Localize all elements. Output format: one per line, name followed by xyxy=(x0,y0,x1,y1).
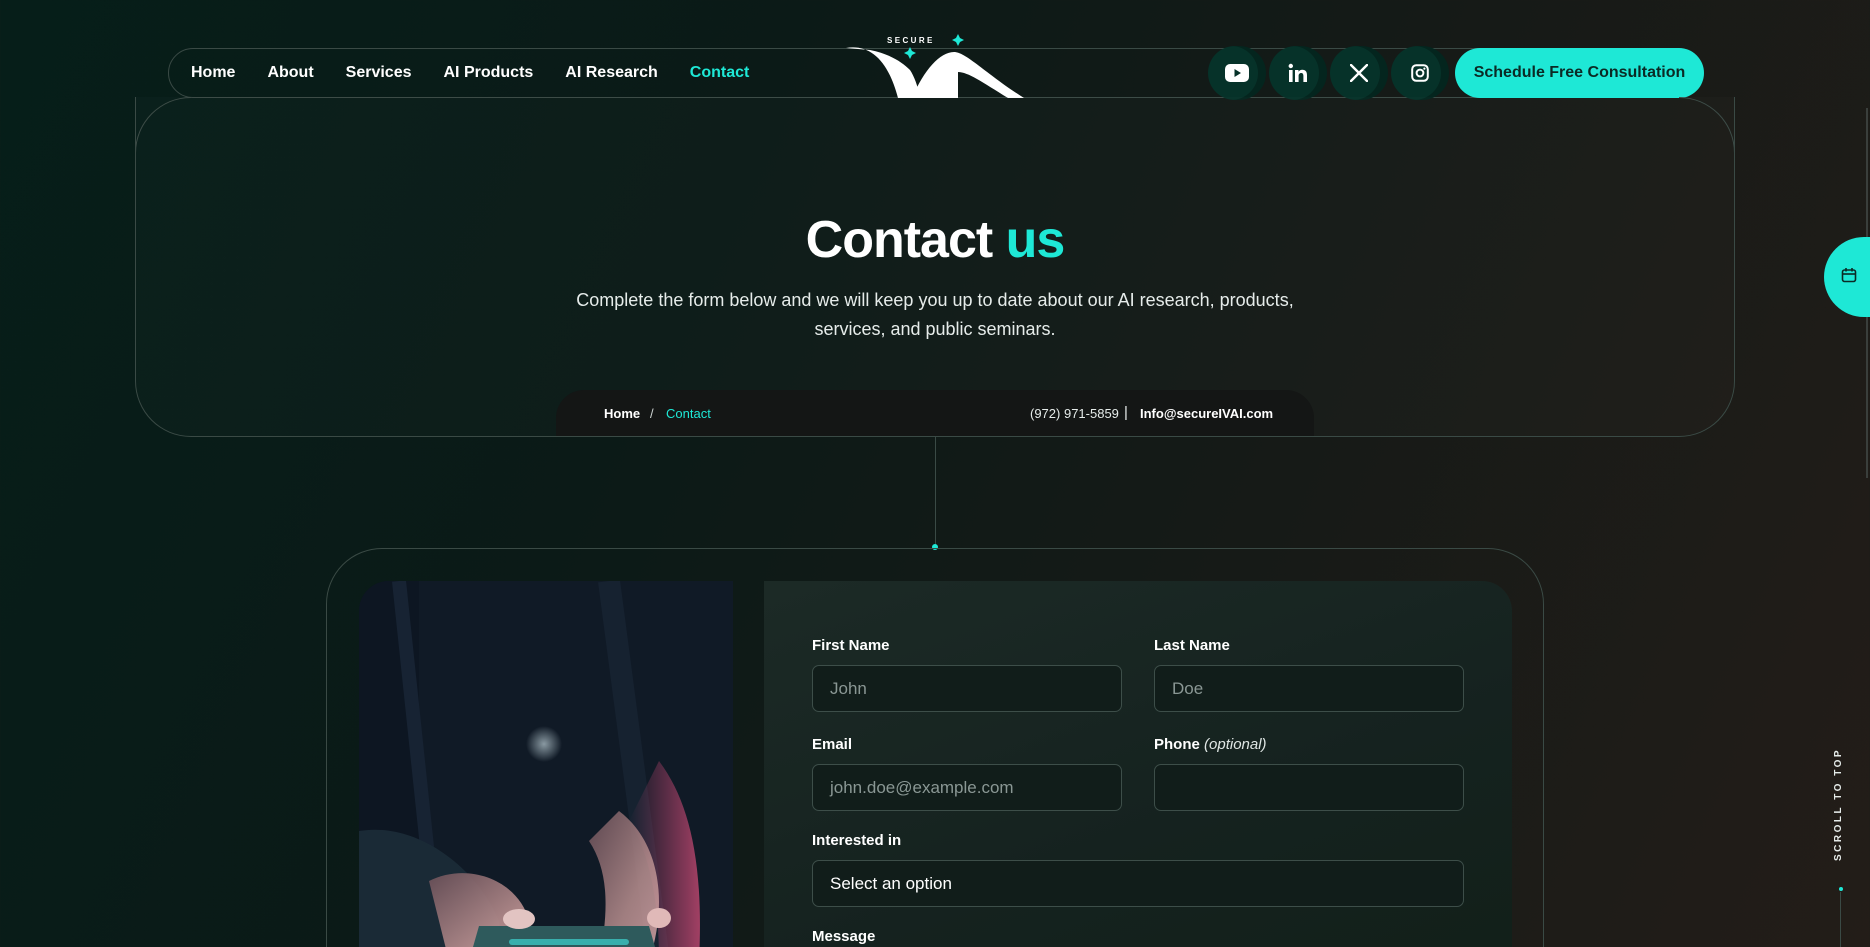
schedule-consultation-button[interactable]: Schedule Free Consultation xyxy=(1455,48,1704,98)
email-label: Email xyxy=(812,736,853,753)
interest-select[interactable]: Select an option xyxy=(812,860,1464,907)
nav-home-link[interactable]: Home xyxy=(191,64,235,82)
email-input[interactable]: john.doe@example.com xyxy=(812,764,1122,811)
phone-input[interactable] xyxy=(1154,764,1464,811)
phone-label-text: Phone xyxy=(1154,736,1200,753)
breadcrumb-bar: Home / Contact (972) 971-5859 | Info@sec… xyxy=(556,390,1314,436)
first-name-label: First Name xyxy=(812,637,890,654)
scroll-to-top-link[interactable]: SCROLL TO TOP xyxy=(1833,748,1849,861)
message-label: Message xyxy=(812,928,876,945)
calendar-icon xyxy=(1841,267,1857,288)
x-icon[interactable] xyxy=(1330,46,1388,100)
youtube-icon[interactable] xyxy=(1208,46,1266,100)
nav-about-link[interactable]: About xyxy=(267,64,313,82)
section-connector-line xyxy=(935,437,936,547)
last-name-input[interactable]: Doe xyxy=(1154,665,1464,712)
scroll-indicator-dot xyxy=(1839,887,1843,891)
nav-contact-link[interactable]: Contact xyxy=(690,64,750,82)
svg-text:SECURE: SECURE xyxy=(887,36,935,45)
breadcrumb-current: Contact xyxy=(666,406,711,421)
last-name-label: Last Name xyxy=(1154,637,1230,654)
nav-ai-products-link[interactable]: AI Products xyxy=(444,64,534,82)
phone-optional-hint: (optional) xyxy=(1204,736,1267,753)
scroll-indicator-line xyxy=(1840,892,1841,947)
instagram-icon[interactable] xyxy=(1391,46,1449,100)
page-title-main: Contact xyxy=(805,211,994,269)
contact-phone[interactable]: (972) 971-5859 xyxy=(1030,406,1119,421)
brand-logo[interactable]: SECURE xyxy=(840,30,1030,98)
first-name-input[interactable]: John xyxy=(812,665,1122,712)
breadcrumb-separator: / xyxy=(650,406,654,421)
hand-holding-phone-image xyxy=(359,581,733,947)
nav-ai-research-link[interactable]: AI Research xyxy=(565,64,658,82)
page-title-accent: us xyxy=(1005,211,1066,269)
contact-divider: | xyxy=(1124,404,1128,421)
breadcrumb-home-link[interactable]: Home xyxy=(604,406,640,421)
nav-services-link[interactable]: Services xyxy=(346,64,412,82)
phone-label: Phone (optional) xyxy=(1154,736,1267,753)
contact-email[interactable]: Info@secureIVAI.com xyxy=(1140,406,1273,421)
social-links xyxy=(1208,46,1452,100)
nav-links: Home About Services AI Products AI Resea… xyxy=(191,49,781,97)
linkedin-icon[interactable] xyxy=(1269,46,1327,100)
interest-label: Interested in xyxy=(812,832,902,849)
page-title: Contact us xyxy=(0,210,1870,270)
page-subtitle: Complete the form below and we will keep… xyxy=(576,290,1294,339)
